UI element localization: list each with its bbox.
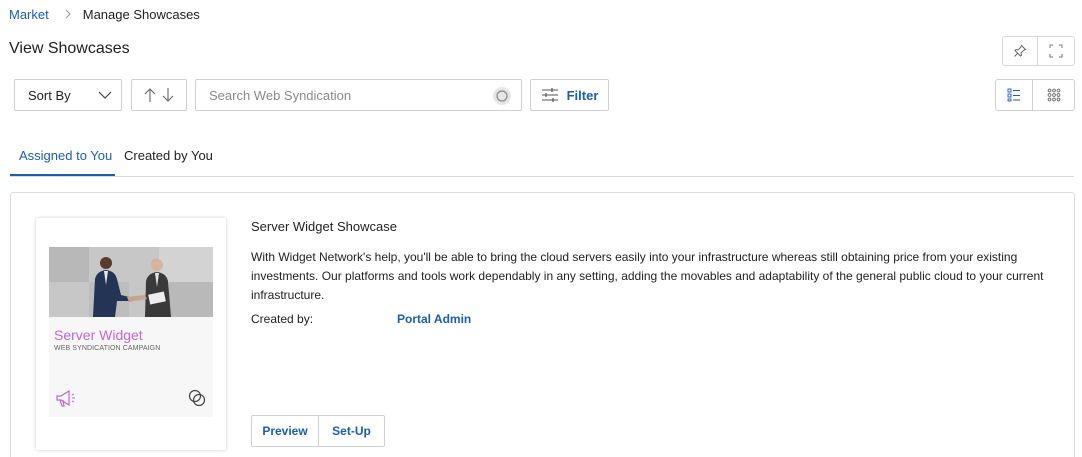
breadcrumb-market-link[interactable]: Market (9, 7, 49, 22)
chevron-down-icon (98, 91, 112, 99)
sort-by-select[interactable]: Sort By (14, 79, 122, 111)
list-view-button[interactable] (995, 79, 1033, 111)
fullscreen-icon (1049, 44, 1063, 58)
showcase-thumbnail[interactable]: Server Widget WEB SYNDICATION CAMPAIGN (36, 218, 226, 450)
arrow-down-icon (162, 88, 174, 102)
search-icon[interactable] (492, 86, 512, 106)
thumbnail-subtitle: WEB SYNDICATION CAMPAIGN (54, 345, 161, 352)
sort-order-toggle[interactable] (131, 79, 187, 111)
filter-button[interactable]: Filter (530, 79, 609, 111)
showcase-description: With Widget Network's help, you'll be ab… (251, 250, 1044, 302)
showcase-title[interactable]: Server Widget Showcase (251, 219, 397, 234)
sliders-icon (541, 88, 558, 102)
breadcrumb: Market Manage Showcases (9, 6, 200, 22)
created-by-label: Created by: (251, 312, 314, 326)
active-tab-indicator (10, 174, 115, 176)
pin-icon (1014, 44, 1027, 57)
setup-button[interactable]: Set-Up (319, 415, 385, 447)
linked-circles-icon (188, 389, 206, 407)
sort-by-label: Sort By (28, 87, 71, 103)
tab-created-by-you[interactable]: Created by You (124, 148, 213, 163)
page-title: View Showcases (9, 40, 130, 57)
tab-bar: Assigned to You Created by You (10, 141, 1074, 177)
thumbnail-content: Server Widget WEB SYNDICATION CAMPAIGN (49, 247, 213, 417)
breadcrumb-current: Manage Showcases (82, 6, 200, 22)
megaphone-icon (56, 389, 75, 407)
pin-button[interactable] (1002, 36, 1038, 66)
tab-assigned-to-you[interactable]: Assigned to You (19, 148, 112, 163)
thumbnail-title: Server Widget (54, 327, 143, 343)
chevron-right-icon (65, 9, 71, 19)
business-handshake-image (49, 247, 213, 317)
filter-label: Filter (566, 87, 599, 103)
search-input[interactable] (209, 88, 479, 103)
list-view-icon (1007, 88, 1020, 102)
grid-view-icon (1047, 88, 1060, 102)
created-by-link[interactable]: Portal Admin (397, 312, 471, 326)
showcase-actions: Preview Set-Up (251, 415, 385, 447)
arrow-up-icon (144, 88, 156, 102)
fullscreen-button[interactable] (1037, 36, 1075, 66)
showcase-card: Server Widget WEB SYNDICATION CAMPAIGN S… (10, 192, 1075, 457)
grid-view-button[interactable] (1032, 79, 1075, 111)
search-field[interactable] (195, 79, 522, 111)
preview-button[interactable]: Preview (251, 415, 319, 447)
